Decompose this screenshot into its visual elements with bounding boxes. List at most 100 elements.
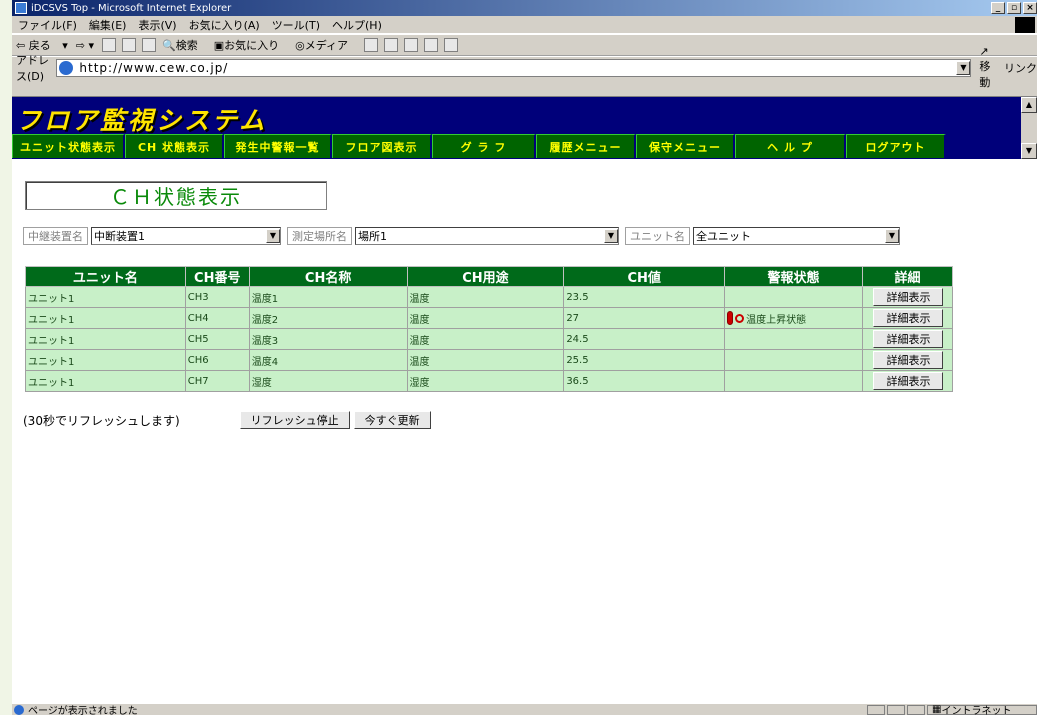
search-label: 検索 <box>175 39 198 52</box>
refresh-controls: (30秒でリフレッシュします) リフレッシュ停止 今すぐ更新 <box>23 411 435 429</box>
cell-detail: 詳細表示 <box>861 307 954 329</box>
cell-value: 23.5 <box>563 286 726 308</box>
back-label: 戻る <box>28 39 51 52</box>
menu-bar: ファイル(F) 編集(E) 表示(V) お気に入り(A) ツール(T) ヘルプ(… <box>12 16 1037 34</box>
col-detail: 詳細 <box>861 266 954 287</box>
cell-name: 温度1 <box>248 286 408 308</box>
cell-alarm <box>724 349 863 371</box>
cell-alarm <box>724 286 863 308</box>
detail-button[interactable]: 詳細表示 <box>873 288 944 306</box>
status-segment <box>907 704 925 715</box>
cell-detail: 詳細表示 <box>861 349 954 371</box>
tool-bar: ⇦ 戻る ▾ ⇨ ▾ 🔍検索 ▣お気に入り ◎メディア <box>12 34 1037 56</box>
detail-button[interactable]: 詳細表示 <box>873 372 944 390</box>
cell-ch: CH3 <box>184 286 250 308</box>
status-bar: ページが表示されました ▦ イントラネット <box>12 703 1037 715</box>
col-ch-number: CH番号 <box>184 266 250 287</box>
links-button[interactable]: リンク <box>1004 60 1037 76</box>
search-button[interactable]: 🔍検索 <box>162 37 206 53</box>
app-banner: フロア監視システム ユニット状態表示 CH 状態表示 発生中警報一覧 フロア図表… <box>12 97 1037 159</box>
menu-favorites[interactable]: お気に入り(A) <box>189 17 260 33</box>
table-header-row: ユニット名 CH番号 CH名称 CH用途 CH値 警報状態 詳細 <box>25 266 954 287</box>
place-value: 場所1 <box>358 230 387 243</box>
favorites-button[interactable]: ▣お気に入り <box>214 37 287 53</box>
media-button[interactable]: ◎メディア <box>295 37 356 53</box>
go-label: 移動 <box>979 60 991 89</box>
unit-select[interactable]: 全ユニット ▼ <box>693 227 900 245</box>
cell-unit: ユニット1 <box>25 349 186 371</box>
nav-help[interactable]: ヘ ル プ <box>735 134 846 158</box>
cell-use: 温度 <box>406 307 565 329</box>
menu-edit[interactable]: 編集(E) <box>89 17 127 33</box>
nav-ch-status[interactable]: CH 状態表示 <box>125 134 224 158</box>
update-now-button[interactable]: 今すぐ更新 <box>353 411 431 429</box>
zone-indicator: ▦ イントラネット <box>927 704 1037 715</box>
cell-unit: ユニット1 <box>25 286 186 308</box>
discuss-icon[interactable] <box>443 38 458 52</box>
nav-logout[interactable]: ログアウト <box>846 134 946 158</box>
place-select[interactable]: 場所1 ▼ <box>355 227 619 245</box>
nav-bar: ユニット状態表示 CH 状態表示 発生中警報一覧 フロア図表示 グ ラ フ 履歴… <box>12 134 946 158</box>
address-dropdown-icon[interactable]: ▼ <box>956 60 971 75</box>
minimize-button[interactable]: _ <box>991 2 1005 14</box>
menu-tools[interactable]: ツール(T) <box>272 17 320 33</box>
place-label: 測定場所名 <box>287 227 352 245</box>
col-unit: ユニット名 <box>25 266 186 287</box>
nav-graph[interactable]: グ ラ フ <box>432 134 536 158</box>
cell-alarm: 温度上昇状態 <box>724 307 863 329</box>
cell-use: 温度 <box>406 349 565 371</box>
cell-unit: ユニット1 <box>25 307 186 329</box>
nav-unit-status[interactable]: ユニット状態表示 <box>12 134 125 158</box>
cell-name: 湿度 <box>248 370 408 392</box>
address-url: http://www.cew.co.jp/ <box>79 60 229 75</box>
app-logo: フロア監視システム <box>16 106 268 135</box>
cell-unit: ユニット1 <box>25 370 186 392</box>
detail-button[interactable]: 詳細表示 <box>873 351 944 369</box>
thermometer-icon <box>727 311 734 325</box>
cell-ch: CH6 <box>184 349 250 371</box>
mail-icon[interactable] <box>383 38 398 52</box>
unit-label: ユニット名 <box>625 227 690 245</box>
unit-dropdown-icon[interactable]: ▼ <box>885 229 899 243</box>
filter-row: 中継装置名 中断装置1 ▼ 測定場所名 場所1 ▼ ユニット名 全ユニット ▼ <box>23 227 906 245</box>
place-dropdown-icon[interactable]: ▼ <box>604 229 618 243</box>
menu-file[interactable]: ファイル(F) <box>18 17 77 33</box>
table-row: ユニット1 CH6 温度4 温度 25.5 詳細表示 <box>25 349 954 371</box>
ie-icon <box>15 2 27 14</box>
scrollbar[interactable]: ▲ ▼ <box>1021 97 1037 159</box>
ch-status-table: ユニット名 CH番号 CH名称 CH用途 CH値 警報状態 詳細 ユニット1 C… <box>25 266 954 392</box>
cell-value: 24.5 <box>563 328 726 350</box>
relay-dropdown-icon[interactable]: ▼ <box>266 229 280 243</box>
maximize-button[interactable]: ▫ <box>1007 2 1021 14</box>
table-row: ユニット1 CH4 温度2 温度 27 温度上昇状態 詳細表示 <box>25 307 954 329</box>
address-input[interactable]: http://www.cew.co.jp/ ▼ <box>56 58 972 77</box>
menu-help[interactable]: ヘルプ(H) <box>332 17 382 33</box>
relay-select[interactable]: 中断装置1 ▼ <box>91 227 281 245</box>
cell-alarm <box>724 328 863 350</box>
stop-icon[interactable] <box>102 38 116 52</box>
nav-floor-map[interactable]: フロア図表示 <box>332 134 432 158</box>
close-button[interactable]: × <box>1023 2 1037 14</box>
home-icon[interactable] <box>142 38 156 52</box>
status-text: ページが表示されました <box>28 706 138 715</box>
scroll-down-icon[interactable]: ▼ <box>1021 143 1037 159</box>
cell-value: 36.5 <box>563 370 726 392</box>
forward-button[interactable]: ⇨ ▾ <box>76 39 94 52</box>
detail-button[interactable]: 詳細表示 <box>873 330 944 348</box>
nav-maintenance-menu[interactable]: 保守メニュー <box>636 134 735 158</box>
stop-refresh-button[interactable]: リフレッシュ停止 <box>239 411 350 429</box>
nav-active-alarms[interactable]: 発生中警報一覧 <box>224 134 332 158</box>
detail-button[interactable]: 詳細表示 <box>873 309 944 327</box>
menu-view[interactable]: 表示(V) <box>138 17 176 33</box>
go-button[interactable]: ↗移動 <box>979 45 998 90</box>
status-segment <box>887 704 905 715</box>
cell-ch: CH5 <box>184 328 250 350</box>
refresh-icon[interactable] <box>122 38 136 52</box>
history-icon[interactable] <box>363 38 378 52</box>
print-icon[interactable] <box>403 38 418 52</box>
nav-history-menu[interactable]: 履歴メニュー <box>536 134 636 158</box>
edit-icon[interactable] <box>423 38 438 52</box>
media-label: メディア <box>304 39 348 52</box>
scroll-up-icon[interactable]: ▲ <box>1021 97 1037 113</box>
table-row: ユニット1 CH7 湿度 湿度 36.5 詳細表示 <box>25 370 954 392</box>
